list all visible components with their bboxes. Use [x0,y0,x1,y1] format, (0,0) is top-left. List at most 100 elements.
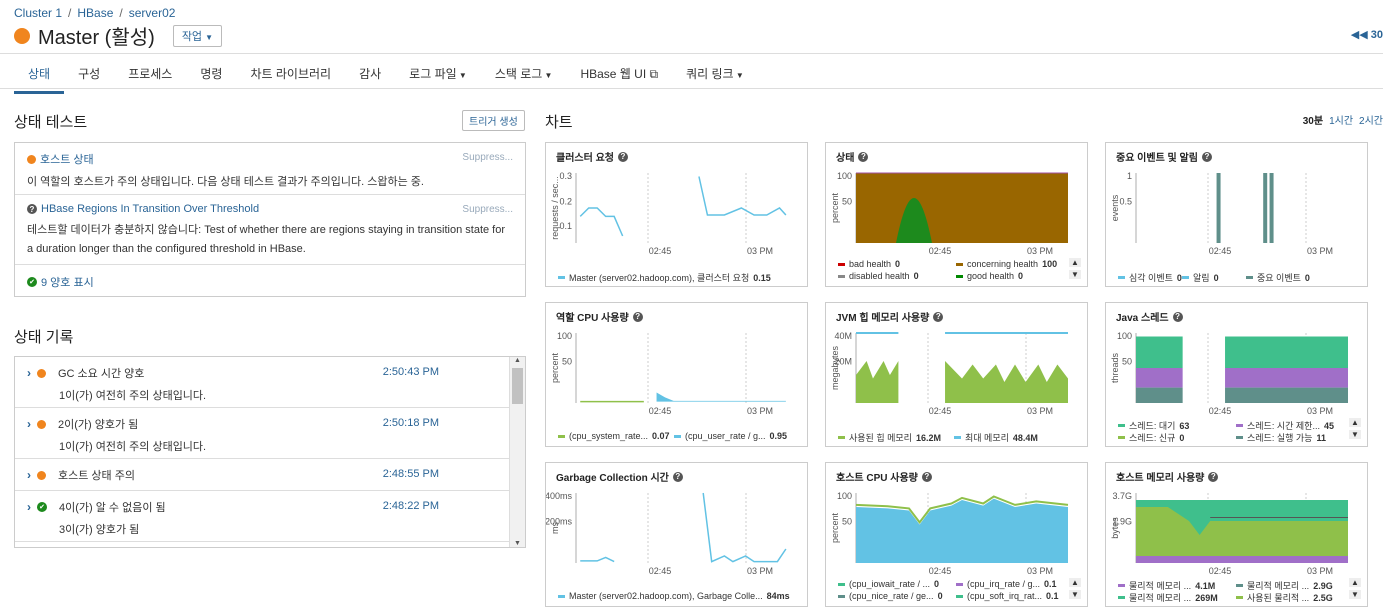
history-time[interactable]: 2:50:43 PM [383,366,439,378]
legend-item[interactable]: Master (server02.hadoop.com), 클러스터 요청 0.1… [558,271,771,284]
breadcrumb-cluster[interactable]: Cluster 1 [14,6,62,20]
chart-card[interactable]: 400ms 200ms 02:45 03 PM ms Garbage Collection… [545,462,808,607]
legend-scroll-down-icon[interactable]: ▼ [1069,270,1081,279]
scroll-down-icon[interactable]: ▼ [510,540,525,547]
legend-value: 45 [1323,420,1334,431]
chart-card[interactable]: 100 50 02:45 03 PM percent 역할 CPU 사용량? (cpu_sy… [545,302,808,447]
tab-1[interactable]: 구성 [64,62,114,94]
help-icon[interactable]: ? [858,151,869,162]
legend-scroll-up-icon[interactable]: ▲ [1349,578,1361,587]
history-time[interactable]: 2:48:22 PM [383,500,439,512]
history-row[interactable]: › ✔ 4이(가) 알 수 없음이 됨 3이(가) 양호가 됨 2:48:22 PM [15,491,525,542]
legend-item[interactable]: (cpu_soft_irq_rat... 0.1 [956,591,1059,601]
help-icon[interactable]: ? [1201,151,1212,162]
help-icon[interactable]: ? [1172,311,1183,322]
health-test-name[interactable]: 호스트 상태 [40,151,94,167]
expand-chevron-icon[interactable]: › [27,500,31,514]
x-tick-label: 03 PM [747,246,773,256]
create-trigger-button[interactable]: 트리거 생성 [462,110,525,131]
legend-item[interactable]: 스레드: 실행 가능 11 [1236,431,1326,444]
tab-5[interactable]: 감사 [345,62,395,94]
legend-item[interactable]: 최대 메모리 48.4M [954,431,1038,444]
legend-item[interactable]: 중요 이벤트 0 [1246,271,1310,284]
breadcrumb-hbase[interactable]: HBase [77,6,113,20]
legend-item[interactable]: (cpu_irq_rate / g... 0.1 [956,579,1057,589]
tab-7[interactable]: 스택 로그 ▼ [481,62,567,94]
legend-item[interactable]: 심각 이벤트 0 [1118,271,1182,284]
help-icon[interactable]: ? [617,151,628,162]
legend-item[interactable]: 물리적 메모리 ... 269M [1118,591,1218,604]
y-tick-label: 0.5 [1119,197,1132,207]
chart-title-text: Garbage Collection 시간 [556,473,669,484]
help-icon[interactable]: ? [672,471,683,482]
breadcrumb-server[interactable]: server02 [129,6,176,20]
legend-swatch [838,582,845,586]
legend-swatch [1236,596,1243,599]
chart-card[interactable]: 100 50 02:45 03 PM percent 호스트 CPU 사용량? (cpu_i… [825,462,1088,607]
tab-6[interactable]: 로그 파일 ▼ [395,62,481,94]
health-test-header[interactable]: 호스트 상태 [27,151,513,167]
help-icon[interactable]: ? [921,471,932,482]
legend-scroll-down-icon[interactable]: ▼ [1069,590,1081,599]
scroll-thumb[interactable] [512,368,523,404]
help-icon[interactable]: ? [933,311,944,322]
legend-item[interactable]: bad health 0 [838,259,900,269]
tab-0[interactable]: 상태 [14,62,65,94]
legend-item[interactable]: disabled health 0 [838,271,919,281]
legend-item[interactable]: 알림 0 [1182,271,1219,284]
legend-scroll-up-icon[interactable]: ▲ [1069,258,1081,267]
legend-item[interactable]: (cpu_nice_rate / ge... 0 [838,591,943,601]
legend-scroll-down-icon[interactable]: ▼ [1349,430,1361,439]
range-2h[interactable]: 2시간 [1359,112,1383,127]
legend-scroll-up-icon[interactable]: ▲ [1349,418,1361,427]
history-time[interactable]: 2:48:55 PM [383,468,439,480]
legend-item[interactable]: 스레드: 신규 0 [1118,431,1184,444]
legend-item[interactable]: 사용된 물리적 ... 2.5G [1236,591,1333,604]
y-axis-label: percent [550,352,560,383]
chart-card[interactable]: 40M 20M 02:45 03 PM megabytes JVM 힙 메모리 사용량? 사… [825,302,1088,447]
history-row[interactable]: › GC 소요 시간 양호 1이(가) 여전히 주의 상태입니다. 2:50:43 P… [15,357,525,408]
chart-card[interactable]: 100 50 02:45 03 PM percent 상태? bad health 0 conc… [825,142,1088,287]
tab-4[interactable]: 차트 라이브러리 [236,62,345,94]
tab-9[interactable]: 쿼리 링크 ▼ [672,62,758,94]
expand-chevron-icon[interactable]: › [27,366,31,380]
tab-8[interactable]: HBase 웹 UI ⧉ [566,62,672,94]
help-icon[interactable]: ? [1208,471,1219,482]
runnable-threads-area [1225,387,1348,403]
legend-item[interactable]: (cpu_user_rate / g... 0.95 [674,431,787,441]
chart-card[interactable]: 3.7G 1.9G 02:45 03 PM bytes 호스트 메모리 사용량? 물리적 메… [1105,462,1368,607]
suppress-link[interactable]: Suppress... [462,204,513,215]
range-30m[interactable]: 30분 [1303,112,1323,127]
legend-item[interactable]: (cpu_iowait_rate / ... 0 [838,579,939,589]
expand-chevron-icon[interactable]: › [27,417,31,431]
show-good-link[interactable]: ✔ 9 양호 표시 [15,265,525,299]
suppress-link[interactable]: Suppress... [462,152,513,163]
legend-item[interactable]: good health 0 [956,271,1023,281]
health-test-name[interactable]: HBase Regions In Transition Over Thresho… [41,203,259,215]
actions-dropdown-button[interactable]: 작업 ▼ [172,24,223,47]
chart-card[interactable]: 1 0.5 02:45 03 PM events 중요 이벤트 및 알림? 심각 이벤트 0 알… [1105,142,1368,287]
time-control[interactable]: ◀◀ 30 [1351,28,1383,41]
tab-2[interactable]: 프로세스 [114,62,186,94]
show-good-label[interactable]: 9 양호 표시 [41,274,94,290]
history-time[interactable]: 2:50:18 PM [383,417,439,429]
history-scrollbar[interactable]: ▲ ▼ [509,357,525,547]
range-1h[interactable]: 1시간 [1329,112,1353,127]
help-icon[interactable]: ? [632,311,643,322]
expand-chevron-icon[interactable]: › [27,468,31,482]
legend-scroll-up-icon[interactable]: ▲ [1069,578,1081,587]
legend-label: bad health [849,259,892,269]
scroll-up-icon[interactable]: ▲ [510,357,525,364]
chart-card[interactable]: 0.3 0.2 0.1 02:45 03 PM requests / sec... 클러스터… [545,142,808,287]
series-area [656,392,786,402]
history-row[interactable]: › 2이(가) 양호가 됨 1이(가) 여전히 주의 상태입니다. 2:50:18 P… [15,408,525,459]
legend-scroll-down-icon[interactable]: ▼ [1349,590,1361,599]
tab-3[interactable]: 명령 [186,62,236,94]
legend-item[interactable]: Master (server02.hadoop.com), Garbage Co… [558,591,790,601]
chart-card[interactable]: 100 50 02:45 03 PM threads Java 스레드? 스레드: 대기 63… [1105,302,1368,447]
legend-item[interactable]: concerning health 100 [956,259,1057,269]
legend-item[interactable]: (cpu_system_rate... 0.07 [558,431,670,441]
legend-item[interactable]: 사용된 힙 메모리 16.2M [838,431,941,444]
history-row[interactable]: › 호스트 상태 주의 2:48:55 PM [15,459,525,491]
health-test-header[interactable]: ? HBase Regions In Transition Over Thresh… [27,203,513,215]
